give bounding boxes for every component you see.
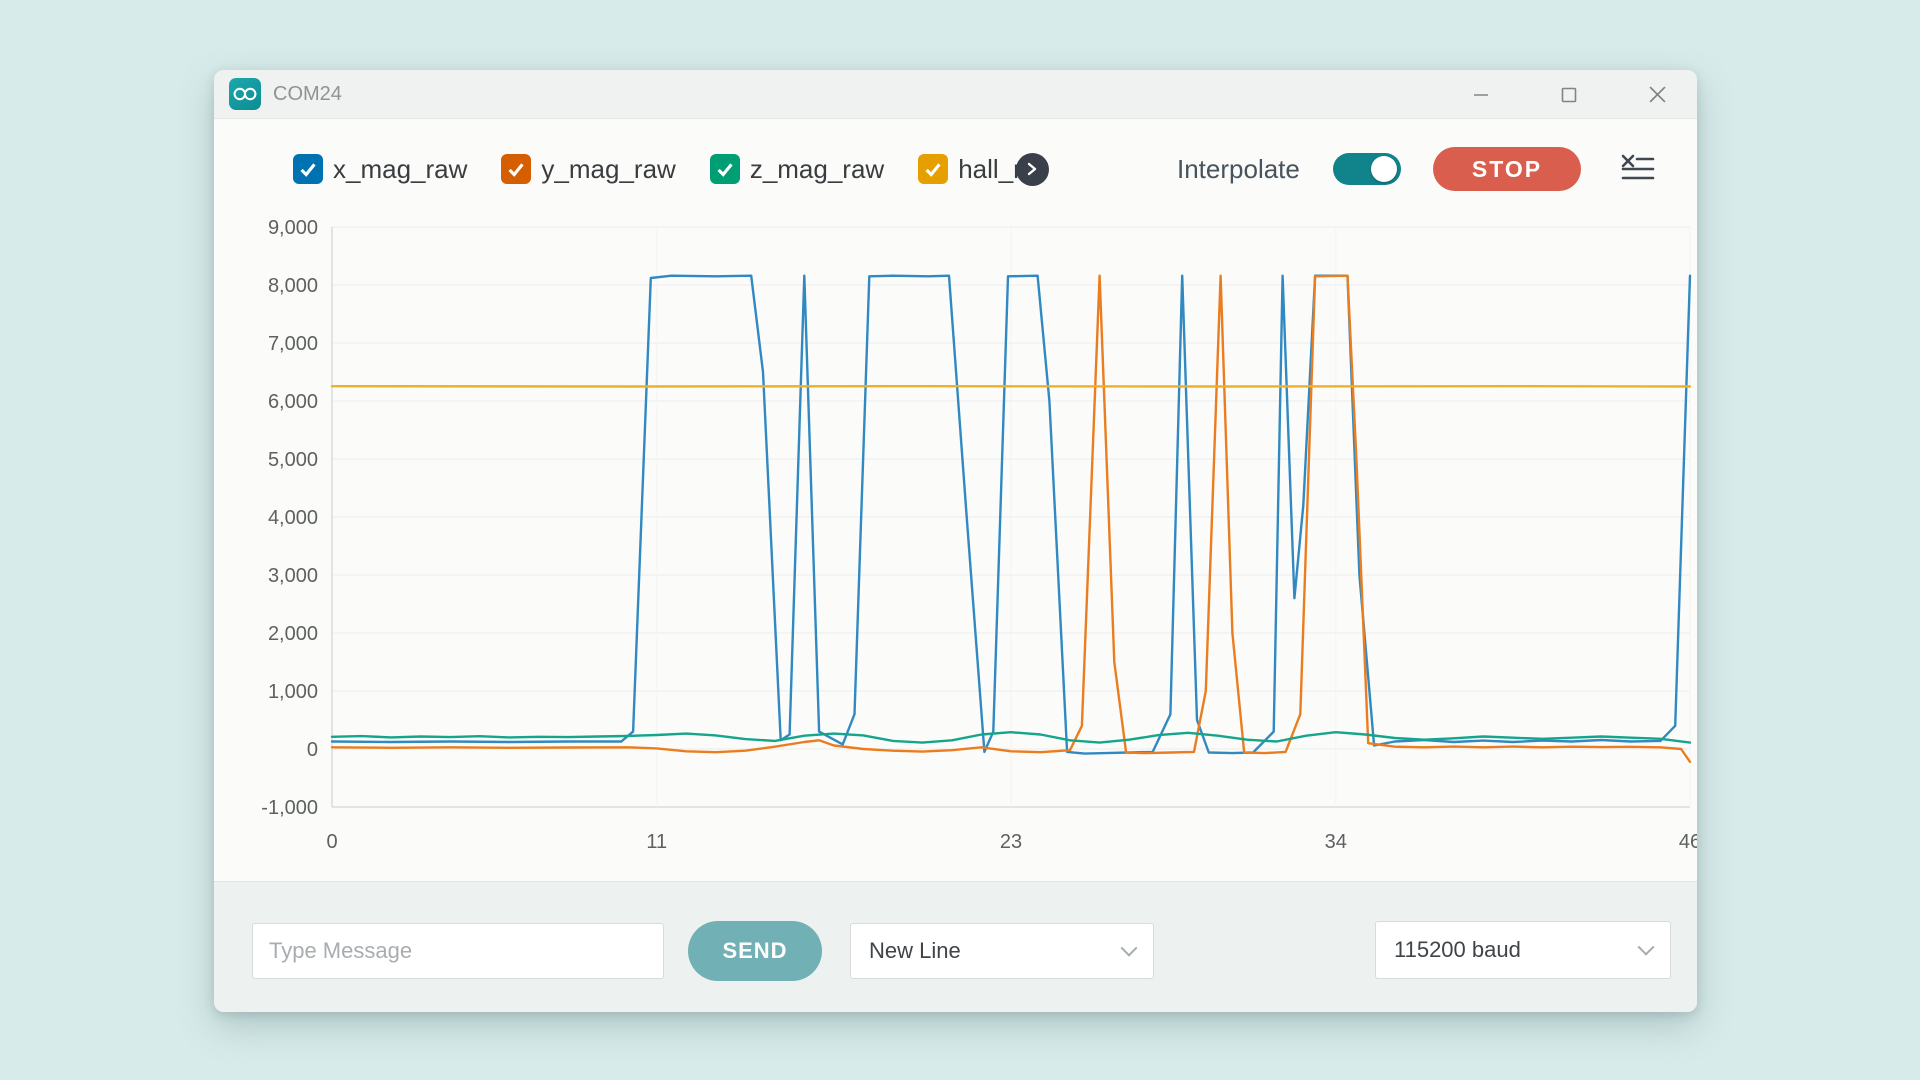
chevron-down-icon	[1120, 939, 1138, 957]
svg-text:0: 0	[326, 831, 337, 853]
svg-text:0: 0	[307, 739, 318, 761]
svg-text:23: 23	[1000, 831, 1022, 853]
svg-text:6,000: 6,000	[268, 391, 318, 413]
svg-text:8,000: 8,000	[268, 275, 318, 297]
legend-label: z_mag_raw	[749, 153, 885, 184]
send-button[interactable]: SEND	[688, 921, 822, 981]
window-controls	[1415, 70, 1679, 119]
svg-text:1,000: 1,000	[268, 681, 318, 703]
serial-controls-bar: SEND New Line 115200 baud	[214, 881, 1697, 1012]
minimize-icon[interactable]	[1459, 70, 1503, 119]
clear-icon[interactable]	[1618, 152, 1658, 186]
legend-item-hall-raw: hall_r	[918, 152, 1049, 186]
plot-area: -1,000 0 1,000 2,000 3,000 4,000 5,000 6,000 7,0…	[232, 207, 1697, 875]
legend-item-y-mag-raw: y_mag_raw	[501, 153, 676, 185]
interpolate-label: Interpolate	[1177, 154, 1300, 184]
plotter-toolbar: x_mag_raw y_mag_raw z_mag_raw hall_r Int…	[214, 146, 1697, 192]
legend-label: y_mag_raw	[541, 153, 676, 184]
svg-text:2,000: 2,000	[268, 623, 318, 645]
baud-rate-value: 115200 baud	[1394, 937, 1521, 962]
legend-more-button[interactable]	[1015, 152, 1049, 186]
toggle-knob	[1371, 156, 1397, 182]
close-icon[interactable]	[1635, 70, 1679, 119]
title-bar: COM24	[214, 70, 1697, 119]
checkbox-y-mag-raw[interactable]	[501, 154, 532, 184]
svg-text:7,000: 7,000	[268, 333, 318, 355]
legend-item-x-mag-raw: x_mag_raw	[293, 154, 467, 185]
line-ending-value: New Line	[869, 938, 961, 963]
legend-label: x_mag_raw	[333, 153, 468, 184]
svg-text:11: 11	[646, 831, 667, 853]
window-title: COM24	[273, 82, 342, 105]
legend-item-z-mag-raw: z_mag_raw	[709, 153, 885, 185]
line-ending-select[interactable]: New Line	[850, 923, 1154, 979]
arduino-icon	[229, 78, 261, 110]
interpolate-toggle[interactable]	[1333, 153, 1401, 185]
baud-rate-select[interactable]: 115200 baud	[1375, 921, 1671, 979]
svg-text:34: 34	[1325, 831, 1347, 853]
stop-button[interactable]: STOP	[1433, 147, 1581, 191]
svg-text:5,000: 5,000	[268, 449, 318, 471]
checkbox-x-mag-raw[interactable]	[293, 154, 323, 184]
plot-svg: -1,000 0 1,000 2,000 3,000 4,000 5,000 6,000 7,0…	[261, 217, 1697, 853]
svg-text:-1,000: -1,000	[261, 797, 318, 819]
checkbox-z-mag-raw[interactable]	[709, 154, 740, 184]
maximize-icon[interactable]	[1547, 70, 1591, 119]
chevron-down-icon	[1637, 938, 1655, 956]
svg-text:46: 46	[1679, 831, 1697, 853]
legend-label: hall_r	[958, 153, 1022, 184]
svg-text:9,000: 9,000	[268, 217, 318, 239]
checkbox-hall-raw[interactable]	[918, 154, 949, 184]
svg-text:3,000: 3,000	[268, 565, 318, 587]
message-input[interactable]	[252, 923, 664, 979]
serial-plotter-window: COM24 x_mag_raw y_mag_raw z_mag_raw hall…	[214, 70, 1697, 1012]
series-legend: x_mag_raw y_mag_raw z_mag_raw hall_r	[293, 146, 1049, 192]
svg-text:4,000: 4,000	[268, 507, 318, 529]
